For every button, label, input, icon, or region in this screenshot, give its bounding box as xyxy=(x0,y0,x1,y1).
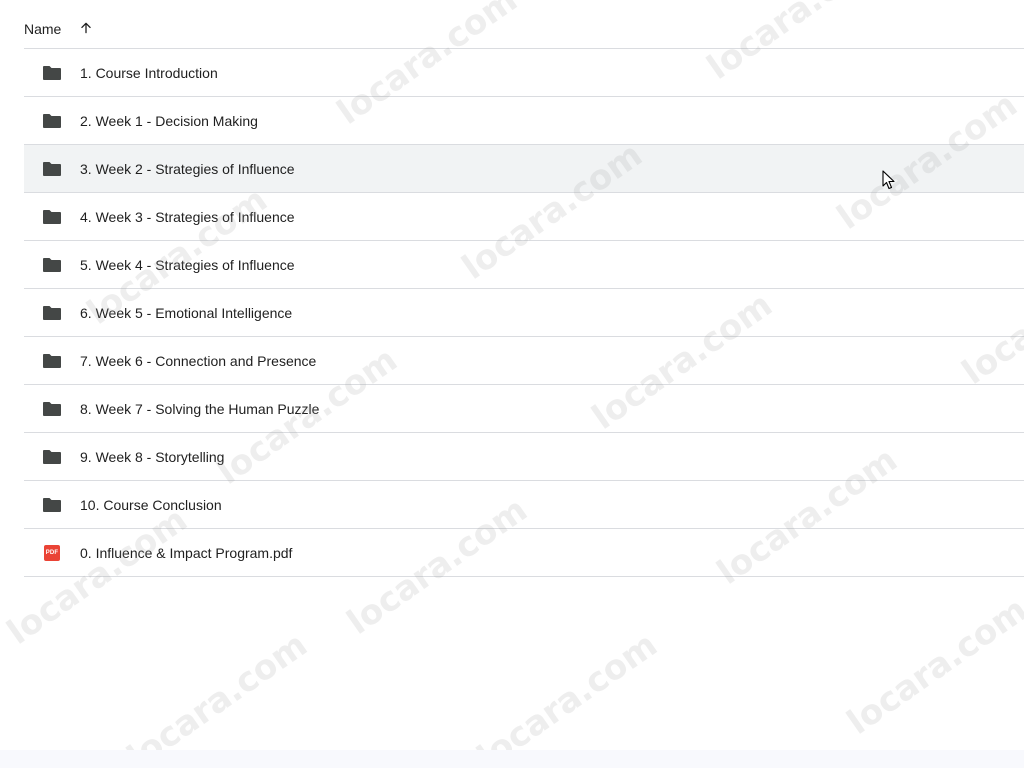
file-row[interactable]: 8. Week 7 - Solving the Human Puzzle xyxy=(24,385,1024,433)
watermark: locara.com xyxy=(120,624,315,768)
folder-icon xyxy=(42,63,62,83)
file-rows: 1. Course Introduction 2. Week 1 - Decisi… xyxy=(24,49,1024,577)
arrow-up-icon[interactable] xyxy=(79,21,93,35)
watermark: locara.com xyxy=(840,589,1024,743)
folder-icon xyxy=(42,399,62,419)
file-name: 0. Influence & Impact Program.pdf xyxy=(80,544,293,561)
file-row[interactable]: 7. Week 6 - Connection and Presence xyxy=(24,337,1024,385)
file-name: 10. Course Conclusion xyxy=(80,496,222,513)
folder-icon xyxy=(42,495,62,515)
file-name: 6. Week 5 - Emotional Intelligence xyxy=(80,304,293,321)
file-name: 5. Week 4 - Strategies of Influence xyxy=(80,256,295,273)
file-name: 1. Course Introduction xyxy=(80,64,218,81)
file-row[interactable]: 4. Week 3 - Strategies of Influence xyxy=(24,193,1024,241)
file-name: 7. Week 6 - Connection and Presence xyxy=(80,352,317,369)
file-name: 8. Week 7 - Solving the Human Puzzle xyxy=(80,400,320,417)
folder-icon xyxy=(42,111,62,131)
folder-icon xyxy=(42,159,62,179)
file-row[interactable]: 2. Week 1 - Decision Making xyxy=(24,97,1024,145)
file-row[interactable]: 6. Week 5 - Emotional Intelligence xyxy=(24,289,1024,337)
file-name: 4. Week 3 - Strategies of Influence xyxy=(80,208,295,225)
file-row[interactable]: 3. Week 2 - Strategies of Influence xyxy=(24,145,1024,193)
name-column-header[interactable]: Name xyxy=(24,21,61,37)
file-row[interactable]: 10. Course Conclusion xyxy=(24,481,1024,529)
watermark: locara.com xyxy=(470,624,665,768)
file-row[interactable]: PDF 0. Influence & Impact Program.pdf xyxy=(24,529,1024,577)
folder-icon xyxy=(42,447,62,467)
file-row[interactable]: 5. Week 4 - Strategies of Influence xyxy=(24,241,1024,289)
file-row[interactable]: 1. Course Introduction xyxy=(24,49,1024,97)
file-name: 2. Week 1 - Decision Making xyxy=(80,112,258,129)
file-list: Name 1. Course Introduction 2. Week 1 - D… xyxy=(24,0,1024,577)
file-name: 9. Week 8 - Storytelling xyxy=(80,448,225,465)
pdf-badge: PDF xyxy=(44,544,60,561)
list-header: Name xyxy=(24,0,1024,49)
file-row[interactable]: 9. Week 8 - Storytelling xyxy=(24,433,1024,481)
bottom-strip xyxy=(0,750,1024,768)
pdf-icon: PDF xyxy=(42,543,62,563)
file-name: 3. Week 2 - Strategies of Influence xyxy=(80,160,295,177)
folder-icon xyxy=(42,303,62,323)
file-browser-page: Name 1. Course Introduction 2. Week 1 - D… xyxy=(0,0,1024,768)
folder-icon xyxy=(42,255,62,275)
folder-icon xyxy=(42,351,62,371)
folder-icon xyxy=(42,207,62,227)
